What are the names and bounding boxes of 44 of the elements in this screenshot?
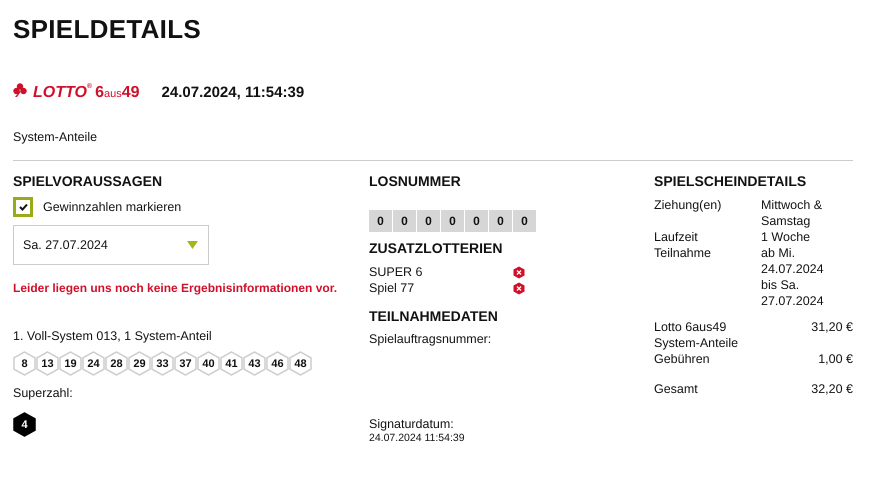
field-label: Signaturdatum:	[369, 417, 454, 431]
detail-value: Mittwoch & Samstag	[761, 198, 822, 228]
ticket-digit: 0	[513, 210, 536, 232]
logo-text: aus	[104, 88, 122, 100]
lottery-name: SUPER 6	[369, 264, 422, 280]
ticket-digit: 0	[417, 210, 440, 232]
total-amount: 32,20 €	[811, 382, 853, 396]
section-heading: ZUSATZLOTTERIEN	[369, 240, 503, 256]
field-label: Spielauftragsnummer:	[369, 332, 492, 346]
cost-label: Lotto 6aus49 System-Anteile	[654, 320, 738, 350]
page-title: SPIELDETAILS	[13, 14, 202, 45]
error-message: Leider liegen uns noch keine Ergebnisinformationen vor.	[13, 281, 338, 295]
cost-label: Gebühren	[654, 352, 710, 366]
system-label: 1. Voll-System 013, 1 System-Anteil	[13, 329, 212, 343]
detail-label: Ziehung(en)	[654, 198, 722, 212]
ticket-digit: 0	[489, 210, 512, 232]
superzahl-label: Superzahl:	[13, 386, 73, 400]
ticket-digit: 0	[369, 210, 392, 232]
detail-value: 1 Woche	[761, 230, 810, 244]
date-dropdown[interactable]: Sa. 27.07.2024	[13, 225, 209, 265]
ticket-digit: 0	[441, 210, 464, 232]
logo-text: LOTTO	[33, 84, 87, 102]
lottery-name: Spiel 77	[369, 280, 414, 296]
detail-value: ab Mi. 24.07.2024 bis Sa. 27.07.2024	[761, 246, 824, 308]
section-heading: TEILNAHMEDATEN	[369, 308, 498, 324]
cost-amount: 31,20 €	[811, 320, 853, 334]
section-heading: SPIELVORAUSSAGEN	[13, 173, 162, 189]
ticket-digit: 0	[393, 210, 416, 232]
signature-date: 24.07.2024 11:54:39	[369, 432, 465, 444]
detail-label: Teilnahme	[654, 246, 711, 260]
logo-text: 49	[122, 84, 140, 102]
dropdown-arrow-icon	[187, 241, 198, 249]
cost-amount: 1,00 €	[818, 352, 853, 366]
section-heading: LOSNUMMER	[369, 173, 461, 189]
checkbox-label: Gewinnzahlen markieren	[43, 200, 182, 214]
ticket-digit: 0	[465, 210, 488, 232]
checkbox[interactable]	[13, 197, 33, 217]
logo-text: 6	[95, 84, 104, 102]
check-icon	[18, 203, 28, 211]
timestamp: 24.07.2024, 11:54:39	[162, 84, 304, 100]
section-heading: SPIELSCHEINDETAILS	[654, 173, 806, 189]
detail-label: Laufzeit	[654, 230, 698, 244]
total-label: Gesamt	[654, 382, 698, 396]
subtitle: System-Anteile	[13, 130, 98, 144]
